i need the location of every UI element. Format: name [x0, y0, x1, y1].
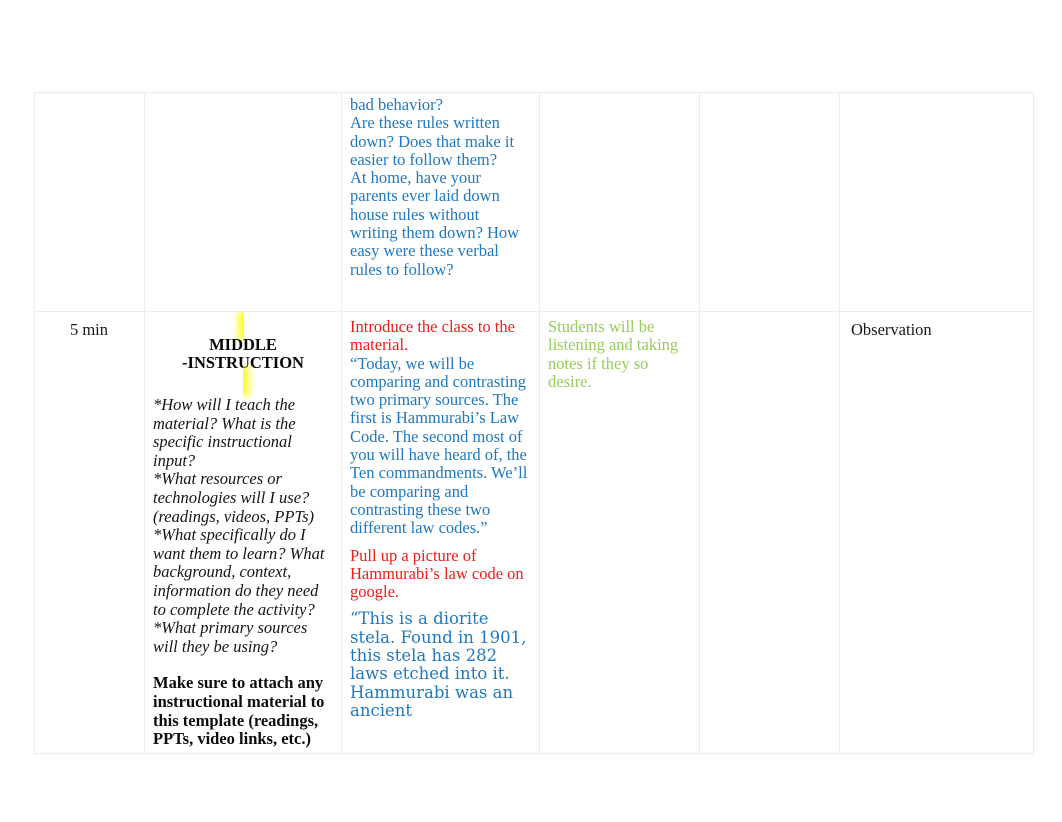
teacher-heading-introduce: Introduce the class to the material.	[350, 317, 515, 355]
cell-materials	[699, 311, 840, 754]
assessment-value-empty	[841, 94, 1033, 102]
assessment-value: Observation	[851, 320, 932, 339]
teacher-continued-line-3: At home, have your parents ever laid dow…	[350, 168, 520, 279]
cell-assessment-continuation	[839, 92, 1034, 312]
phase-prompt-3: *What specifically do I want them to lea…	[153, 525, 325, 619]
cell-teacher-actions: Introduce the class to the material. “To…	[341, 311, 540, 754]
teacher-continued-line-2: Are these rules written down? Does that …	[350, 113, 515, 169]
cell-time: 5 min	[34, 311, 145, 754]
time-value: 5 min	[69, 320, 109, 339]
phase-title-line-1: MIDDLE	[209, 334, 277, 354]
cell-student-actions: Students will be listening and taking no…	[539, 311, 700, 754]
teacher-quote-stela: “This is a diorite stela. Found in 1901,…	[350, 609, 527, 720]
teacher-heading-pull-up-picture: Pull up a picture of Hammurabi’s law cod…	[350, 545, 524, 602]
lesson-plan-table: bad behavior? Are these rules written do…	[34, 92, 1034, 754]
table-row: 5 min MIDDLE -INSTRUCTION *How will I te…	[34, 311, 1034, 754]
materials-value-empty	[701, 94, 839, 102]
phase-prompt-1: *How will I teach the material? What is …	[153, 395, 296, 470]
materials-value	[701, 312, 839, 320]
phase-prompt-2: *What resources or technologies will I u…	[153, 469, 315, 526]
cell-teacher-continuation: bad behavior? Are these rules written do…	[341, 92, 540, 312]
phase-title: MIDDLE -INSTRUCTION	[145, 312, 341, 391]
document-page: bad behavior? Are these rules written do…	[0, 0, 1062, 822]
cell-time-continuation	[34, 92, 145, 312]
time-value-empty	[36, 94, 144, 102]
table-row: bad behavior? Are these rules written do…	[34, 92, 1034, 312]
cell-student-continuation	[539, 92, 700, 312]
cell-phase: MIDDLE -INSTRUCTION *How will I teach th…	[144, 311, 342, 754]
cell-assessment: Observation	[839, 311, 1034, 754]
teacher-continued-line-1: bad behavior?	[350, 95, 443, 114]
teacher-quote-introduction: “Today, we will be comparing and contras…	[350, 353, 528, 538]
phase-title-line-2: -INSTRUCTION	[182, 353, 304, 372]
phase-prompt-4: *What primary sources will they be using…	[153, 618, 308, 656]
phase-attach-note: Make sure to attach any instructional ma…	[153, 673, 325, 749]
cell-materials-continuation	[699, 92, 840, 312]
student-value-empty	[541, 94, 699, 102]
student-actions-text: Students will be listening and taking no…	[548, 317, 679, 391]
cell-phase-continuation	[144, 92, 342, 312]
phase-value-empty	[146, 94, 341, 102]
